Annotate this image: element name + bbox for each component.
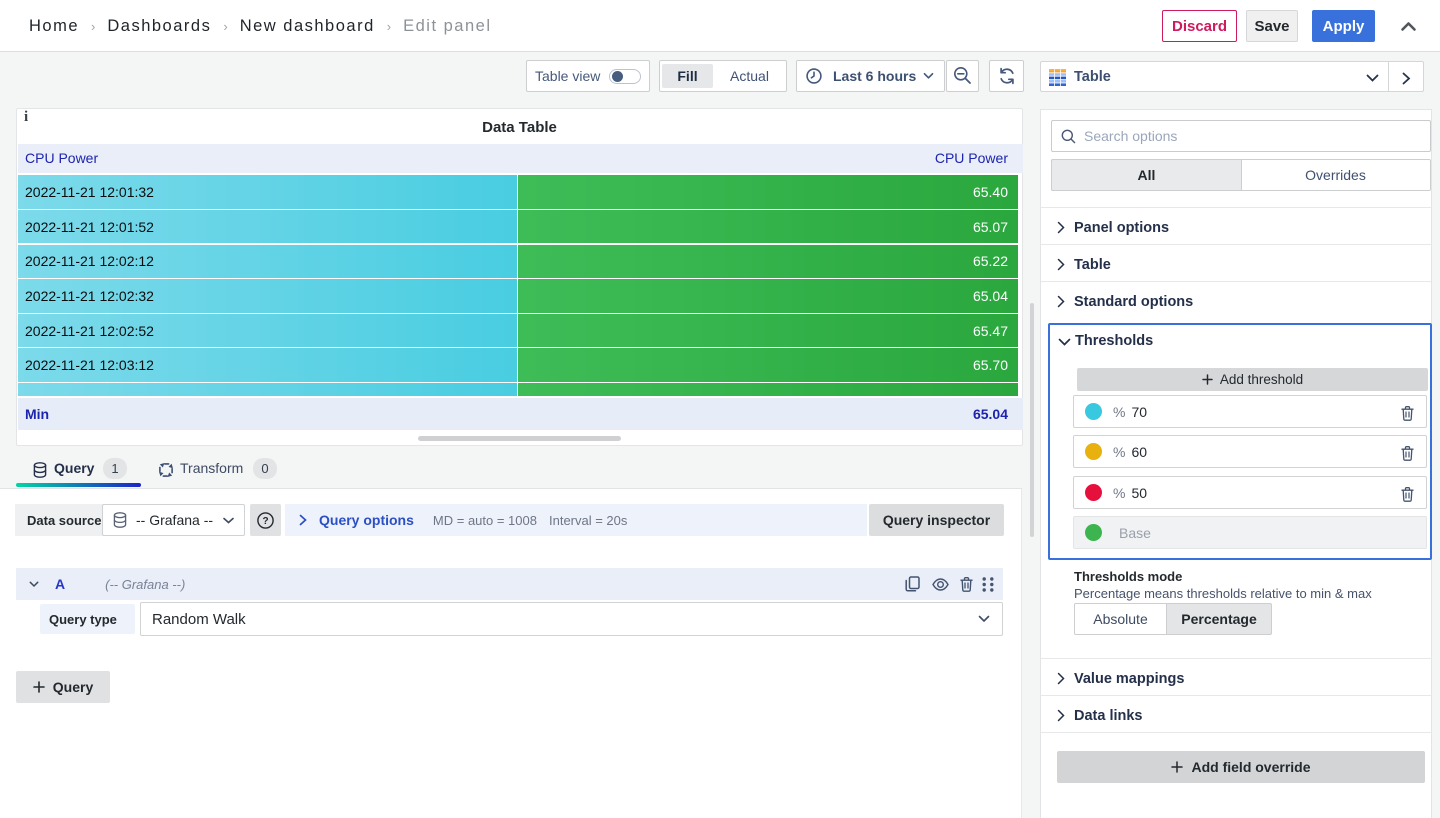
svg-text:?: ? (262, 516, 268, 527)
